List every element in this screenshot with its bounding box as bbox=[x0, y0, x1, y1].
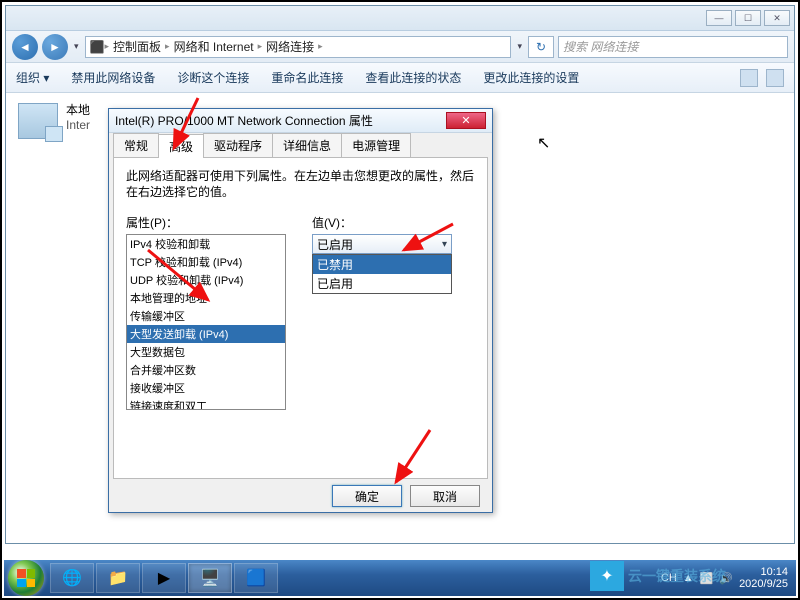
view-status-button[interactable]: 查看此连接的状态 bbox=[365, 69, 461, 86]
command-bar: 组织 ▾ 禁用此网络设备 诊断这个连接 重命名此连接 查看此连接的状态 更改此连… bbox=[6, 63, 794, 93]
cancel-button[interactable]: 取消 bbox=[410, 485, 480, 507]
network-adapter-icon bbox=[18, 103, 58, 139]
breadcrumb-item[interactable]: 控制面板 bbox=[109, 38, 165, 55]
dialog-titlebar: Intel(R) PRO/1000 MT Network Connection … bbox=[109, 109, 492, 133]
taskbar: 🌐 📁 ▶ 🖥️ 🟦 ✦ 云一键重装系统 CH ▲ ⬜ 🔊 10:14 2020… bbox=[4, 560, 796, 596]
back-button[interactable]: ◄ bbox=[12, 34, 38, 60]
refresh-button[interactable]: ↻ bbox=[528, 36, 554, 58]
value-select[interactable]: 已启用 已禁用已启用 bbox=[312, 234, 452, 254]
watermark-text: 云一键重装系统 bbox=[628, 566, 726, 586]
property-item[interactable]: 合并缓冲区数 bbox=[127, 361, 285, 379]
value-label: 值(V)： bbox=[312, 214, 452, 231]
organize-menu[interactable]: 组织 ▾ bbox=[16, 69, 49, 86]
tab-power[interactable]: 电源管理 bbox=[341, 133, 411, 157]
address-bar[interactable]: ⬛ ▸ 控制面板 ▸ 网络和 Internet ▸ 网络连接 ▸ bbox=[85, 36, 512, 58]
watermark-logo-icon: ✦ bbox=[590, 561, 624, 591]
start-button[interactable] bbox=[8, 560, 44, 596]
value-dropdown: 已禁用已启用 bbox=[312, 254, 452, 294]
connection-device: Inter bbox=[66, 118, 90, 133]
tab-advanced[interactable]: 高级 bbox=[158, 134, 204, 158]
clock[interactable]: 10:14 2020/9/25 bbox=[739, 566, 788, 590]
property-item[interactable]: TCP 校验和卸载 (IPv4) bbox=[127, 253, 285, 271]
selected-value: 已启用 bbox=[317, 236, 353, 253]
nav-history-dropdown[interactable]: ▾ bbox=[72, 41, 81, 52]
connection-name: 本地 bbox=[66, 103, 90, 118]
property-item[interactable]: 大型发送卸载 (IPv4) bbox=[127, 325, 285, 343]
property-item[interactable]: 链接速度和双工 bbox=[127, 397, 285, 410]
date: 2020/9/25 bbox=[739, 578, 788, 590]
ok-button[interactable]: 确定 bbox=[332, 485, 402, 507]
tab-strip: 常规 高级 驱动程序 详细信息 电源管理 bbox=[109, 135, 492, 157]
rename-button[interactable]: 重命名此连接 bbox=[271, 69, 343, 86]
dropdown-option[interactable]: 已禁用 bbox=[313, 255, 451, 274]
taskbar-app-icon[interactable]: 🟦 bbox=[234, 563, 278, 593]
nav-bar: ◄ ► ▾ ⬛ ▸ 控制面板 ▸ 网络和 Internet ▸ 网络连接 ▸ ▾… bbox=[6, 31, 794, 63]
properties-dialog: Intel(R) PRO/1000 MT Network Connection … bbox=[108, 108, 493, 513]
disable-device-button[interactable]: 禁用此网络设备 bbox=[71, 69, 155, 86]
property-listbox[interactable]: IPv4 校验和卸载TCP 校验和卸载 (IPv4)UDP 校验和卸载 (IPv… bbox=[126, 234, 286, 410]
dialog-close-button[interactable]: ✕ bbox=[446, 112, 486, 129]
tab-details[interactable]: 详细信息 bbox=[272, 133, 342, 157]
change-settings-button[interactable]: 更改此连接的设置 bbox=[483, 69, 579, 86]
forward-button[interactable]: ► bbox=[42, 34, 68, 60]
tab-driver[interactable]: 驱动程序 bbox=[203, 133, 273, 157]
property-item[interactable]: 传输缓冲区 bbox=[127, 307, 285, 325]
panel-description: 此网络适配器可使用下列属性。在左边单击您想更改的属性，然后在右边选择它的值。 bbox=[126, 168, 475, 200]
taskbar-media-icon[interactable]: ▶ bbox=[142, 563, 186, 593]
maximize-button[interactable]: ☐ bbox=[735, 10, 761, 26]
control-panel-icon: ⬛ bbox=[90, 40, 105, 54]
taskbar-explorer-icon[interactable]: 📁 bbox=[96, 563, 140, 593]
breadcrumb-item[interactable]: 网络和 Internet bbox=[170, 38, 258, 55]
taskbar-ie-icon[interactable]: 🌐 bbox=[50, 563, 94, 593]
watermark: ✦ 云一键重装系统 bbox=[590, 557, 726, 595]
taskbar-network-icon[interactable]: 🖥️ bbox=[188, 563, 232, 593]
address-dropdown[interactable]: ▾ bbox=[515, 41, 524, 52]
window-titlebar: — ☐ ✕ bbox=[6, 6, 794, 31]
time: 10:14 bbox=[739, 566, 788, 578]
minimize-button[interactable]: — bbox=[706, 10, 732, 26]
dialog-title: Intel(R) PRO/1000 MT Network Connection … bbox=[115, 112, 373, 129]
property-item[interactable]: IPv4 校验和卸载 bbox=[127, 235, 285, 253]
view-options-icon[interactable] bbox=[740, 69, 758, 87]
tab-general[interactable]: 常规 bbox=[113, 133, 159, 157]
property-item[interactable]: 接收缓冲区 bbox=[127, 379, 285, 397]
tab-panel: 此网络适配器可使用下列属性。在左边单击您想更改的属性，然后在右边选择它的值。 属… bbox=[113, 157, 488, 479]
search-input[interactable]: 搜索 网络连接 bbox=[558, 36, 788, 58]
property-label: 属性(P)： bbox=[126, 214, 286, 231]
search-placeholder: 搜索 网络连接 bbox=[563, 38, 638, 55]
property-item[interactable]: 大型数据包 bbox=[127, 343, 285, 361]
dropdown-option[interactable]: 已启用 bbox=[313, 274, 451, 293]
property-item[interactable]: 本地管理的地址 bbox=[127, 289, 285, 307]
dialog-buttons: 确定 取消 bbox=[109, 479, 492, 513]
close-button[interactable]: ✕ bbox=[764, 10, 790, 26]
connection-text: 本地 Inter bbox=[66, 103, 90, 139]
property-item[interactable]: UDP 校验和卸载 (IPv4) bbox=[127, 271, 285, 289]
diagnose-button[interactable]: 诊断这个连接 bbox=[177, 69, 249, 86]
help-icon[interactable] bbox=[766, 69, 784, 87]
breadcrumb-item[interactable]: 网络连接 bbox=[262, 38, 318, 55]
